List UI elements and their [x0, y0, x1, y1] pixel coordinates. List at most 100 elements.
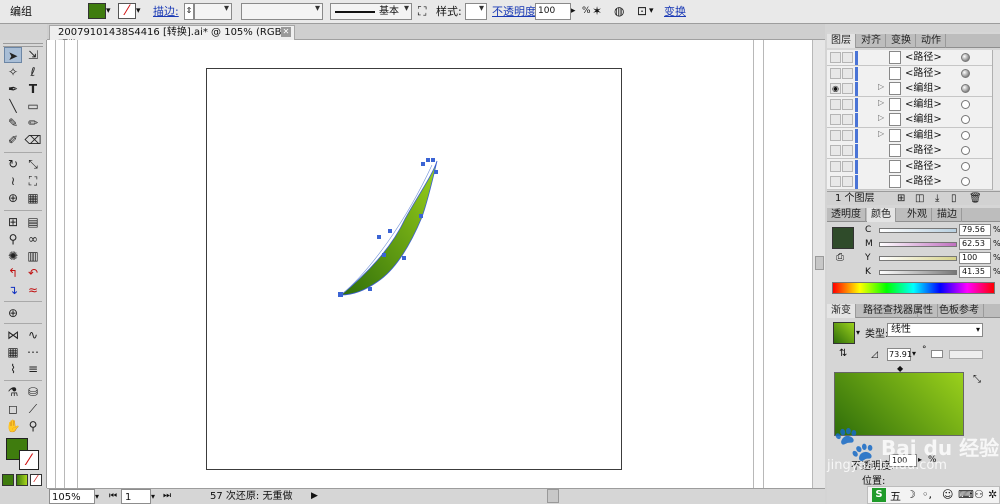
- artboard-tool-icon[interactable]: ◻: [4, 401, 22, 417]
- eraser-curve-red-icon[interactable]: ↶: [24, 265, 42, 281]
- opacity-dropdown-arrow[interactable]: ▸: [571, 3, 576, 20]
- crosshair-tool-icon[interactable]: ⊕: [4, 305, 22, 321]
- tab-gradient[interactable]: 渐变: [827, 304, 856, 318]
- global-edit-icon[interactable]: ◍: [614, 3, 624, 20]
- layer-name[interactable]: <路径>: [905, 144, 942, 157]
- style-select[interactable]: [465, 3, 487, 20]
- channel-slider[interactable]: [879, 270, 957, 275]
- tab-transparency[interactable]: 透明度: [827, 208, 866, 222]
- make-clipping-mask-icon[interactable]: ◫: [915, 192, 924, 205]
- ime-mode-label[interactable]: 五: [890, 488, 901, 504]
- channel-value-input[interactable]: 100: [959, 252, 991, 264]
- layer-name[interactable]: <编组>: [905, 98, 942, 111]
- stroke-weight-select[interactable]: [194, 3, 232, 20]
- lock-toggle[interactable]: [842, 145, 853, 156]
- user-icon[interactable]: ⚇: [974, 488, 984, 501]
- stroke-none-icon[interactable]: ⁄: [118, 3, 136, 19]
- aspect-ratio-input[interactable]: [949, 350, 983, 359]
- tab-layers[interactable]: 图层: [827, 34, 856, 48]
- layers-scrollbar[interactable]: [992, 50, 1000, 190]
- paint-bucket-icon[interactable]: ⛁: [24, 384, 42, 400]
- layer-name[interactable]: <编组>: [905, 129, 942, 142]
- tab-appearance[interactable]: 外观: [903, 208, 932, 222]
- channel-slider[interactable]: [879, 242, 957, 247]
- channel-value-input[interactable]: 41.35: [959, 266, 991, 278]
- layer-row[interactable]: <路径>: [827, 158, 992, 175]
- layer-name[interactable]: <路径>: [905, 175, 942, 188]
- lock-toggle[interactable]: [842, 67, 853, 79]
- target-circle-icon[interactable]: [961, 115, 970, 124]
- artboard-number-field[interactable]: 1: [121, 489, 151, 504]
- red-path-tool-icon[interactable]: ≈: [24, 282, 42, 298]
- gradient-preview-swatch[interactable]: [833, 322, 855, 344]
- vertical-scrollbar[interactable]: [812, 40, 825, 488]
- aspect-ratio-icon[interactable]: [931, 350, 943, 358]
- pencil-tool-icon[interactable]: ✏: [24, 115, 42, 131]
- tab-align[interactable]: 对齐: [857, 34, 886, 48]
- horizontal-scrollbar-thumb[interactable]: [547, 489, 559, 503]
- reverse-gradient-icon[interactable]: ⇅: [839, 348, 847, 359]
- target-circle-icon[interactable]: [961, 177, 970, 186]
- visibility-toggle[interactable]: [830, 129, 841, 141]
- locate-object-icon[interactable]: ⊞: [897, 192, 905, 205]
- moon-icon[interactable]: ☽: [906, 488, 916, 501]
- transform-link[interactable]: 变换: [664, 3, 686, 20]
- opacity-link[interactable]: 不透明度:: [492, 3, 540, 20]
- angle-dropdown-arrow[interactable]: ▾: [912, 349, 916, 358]
- visibility-toggle[interactable]: [830, 176, 841, 187]
- free-transform-tool-icon[interactable]: ⛶: [24, 173, 42, 189]
- color-mode-swatch[interactable]: [2, 474, 14, 486]
- wave-tool-icon[interactable]: ∿: [24, 327, 42, 343]
- zoom-dropdown-arrow[interactable]: ▾: [95, 489, 99, 504]
- gradient-tool-icon[interactable]: ▤: [24, 214, 42, 230]
- envelope-warp-icon[interactable]: ⋈: [4, 327, 22, 343]
- target-circle-icon[interactable]: [961, 53, 970, 62]
- artboard[interactable]: [206, 68, 622, 470]
- gradient-options-icon[interactable]: ⤡: [973, 374, 981, 385]
- visibility-toggle[interactable]: [830, 52, 841, 63]
- opacity-input[interactable]: 100: [535, 3, 571, 20]
- tab-stroke[interactable]: 描边: [933, 208, 962, 222]
- target-circle-icon[interactable]: [961, 68, 970, 78]
- blend-tool-icon[interactable]: ∞: [24, 231, 42, 247]
- gradient-opacity-dropdown-arrow[interactable]: ▸: [918, 455, 922, 464]
- gradient-slider-preview[interactable]: [834, 372, 964, 436]
- shape-builder-tool-icon[interactable]: ⊕: [4, 190, 22, 206]
- eyedropper-alt-icon[interactable]: ⚗: [4, 384, 22, 400]
- color-spectrum-bar[interactable]: [832, 282, 995, 294]
- warp-tool-icon[interactable]: ≀: [4, 173, 22, 189]
- eyedropper-tool-icon[interactable]: ⚲: [4, 231, 22, 247]
- ime-logo-icon[interactable]: S: [872, 488, 886, 502]
- lock-toggle[interactable]: [842, 52, 853, 63]
- layer-row[interactable]: ▷ <编组>: [827, 96, 992, 113]
- delete-layer-icon[interactable]: 🗑: [969, 192, 982, 205]
- align-to-selection-icon[interactable]: ⊡: [637, 3, 647, 20]
- stroke-spinner-icon[interactable]: ⇕: [184, 3, 194, 20]
- column-graph-tool-icon[interactable]: ▥: [24, 248, 42, 264]
- visibility-toggle[interactable]: [830, 98, 841, 110]
- layer-name[interactable]: <路径>: [905, 67, 942, 80]
- lock-toggle[interactable]: [842, 83, 853, 94]
- gradient-type-select[interactable]: 线性 ▾: [887, 323, 983, 337]
- layer-row[interactable]: ▷ <编组>: [827, 112, 992, 128]
- direct-selection-tool-icon[interactable]: ⇲: [24, 47, 42, 63]
- keyboard-icon[interactable]: ⌨: [958, 488, 974, 501]
- channel-value-input[interactable]: 79.56: [959, 224, 991, 236]
- tab-attributes[interactable]: 属性: [909, 304, 938, 318]
- rectangle-tool-icon[interactable]: ▭: [24, 98, 42, 114]
- zoom-tool-icon[interactable]: ⚲: [24, 418, 42, 434]
- layer-name[interactable]: <路径>: [905, 160, 942, 173]
- tab-transform[interactable]: 变换: [887, 34, 916, 48]
- disclosure-triangle-icon[interactable]: ▷: [878, 129, 884, 138]
- stroke-none-box[interactable]: ⁄: [19, 450, 39, 470]
- blue-path-tool-icon[interactable]: ↴: [4, 282, 22, 298]
- selection-tool-icon[interactable]: ➤: [4, 47, 22, 63]
- target-circle-icon[interactable]: [961, 146, 970, 155]
- none-mode-swatch[interactable]: ⁄: [30, 474, 42, 486]
- blob-brush-tool-icon[interactable]: ✐: [4, 132, 22, 148]
- stroke-dropdown-arrow[interactable]: ▾: [136, 3, 146, 20]
- disclosure-triangle-icon[interactable]: ▷: [878, 113, 884, 122]
- lock-toggle[interactable]: [842, 176, 853, 187]
- tab-actions[interactable]: 动作: [917, 34, 946, 48]
- lock-toggle[interactable]: [842, 129, 853, 141]
